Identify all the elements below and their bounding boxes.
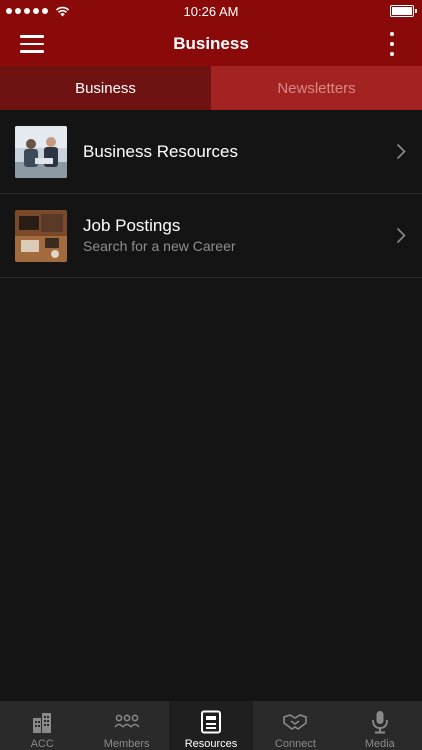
- page-title: Business: [173, 34, 249, 53]
- building-icon: [29, 709, 55, 735]
- list-item-job-postings[interactable]: Job Postings Search for a new Career: [0, 194, 422, 278]
- tab-label: Members: [103, 738, 150, 750]
- business-meeting-thumbnail: [15, 125, 67, 178]
- tab-connect[interactable]: Connect: [253, 701, 337, 750]
- list-item-text: Business Resources: [83, 142, 238, 162]
- list-item-subtitle: Search for a new Career: [83, 238, 236, 254]
- bottom-tab-bar: ACC Members Resources Connect Media: [0, 701, 422, 750]
- resource-list: Business Resources Job Postings Search f…: [0, 110, 422, 278]
- vertical-ellipsis-icon[interactable]: [388, 32, 396, 56]
- tab-newsletters[interactable]: Newsletters: [211, 66, 422, 110]
- list-item-title: Job Postings: [83, 216, 181, 235]
- people-group-icon: [114, 709, 140, 735]
- hamburger-menu-icon[interactable]: [20, 35, 44, 53]
- tab-label: Connect: [274, 738, 316, 750]
- segment-tabs: Business Newsletters: [0, 66, 422, 110]
- status-bar: 10:26 AM: [0, 0, 422, 22]
- handshake-icon: [282, 709, 308, 735]
- status-time: 10:26 AM: [183, 3, 239, 19]
- tab-media[interactable]: Media: [338, 701, 422, 750]
- tab-label: ACC: [30, 738, 54, 750]
- microphone-icon: [367, 709, 393, 735]
- chevron-right-icon: [396, 227, 406, 244]
- document-icon: [198, 709, 224, 735]
- list-item-business-resources[interactable]: Business Resources: [0, 110, 422, 194]
- list-item-title: Business Resources: [83, 141, 238, 161]
- tab-label: Media: [364, 738, 395, 750]
- tab-resources[interactable]: Resources: [168, 701, 254, 750]
- chevron-right-icon: [396, 143, 406, 160]
- tab-acc[interactable]: ACC: [0, 701, 84, 750]
- job-postings-thumbnail: [15, 209, 67, 262]
- navigation-bar: Business: [0, 22, 422, 66]
- list-item-text: Job Postings Search for a new Career: [83, 216, 236, 255]
- tab-business[interactable]: Business: [0, 66, 211, 110]
- tab-label: Resources: [184, 738, 238, 750]
- battery-icon: [390, 5, 417, 17]
- tab-members[interactable]: Members: [84, 701, 168, 750]
